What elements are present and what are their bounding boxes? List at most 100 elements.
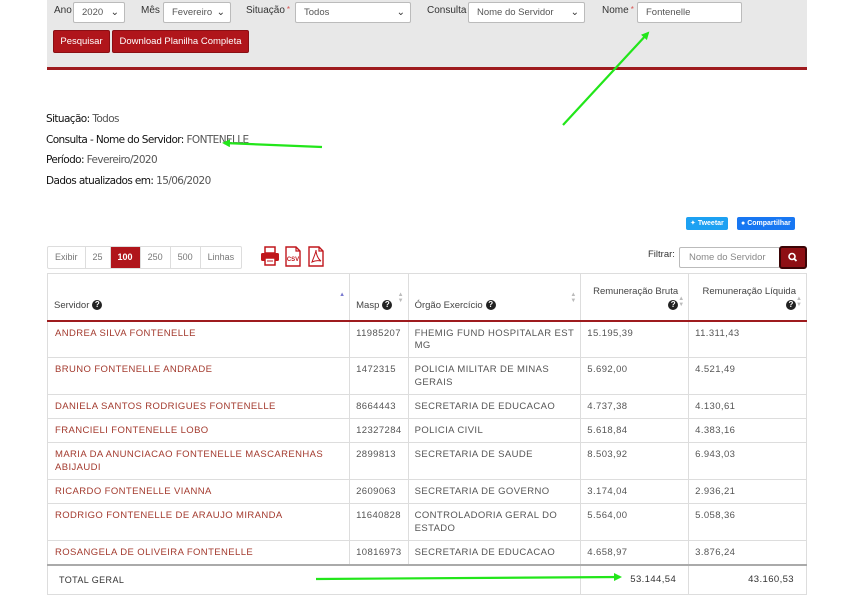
- liquida-cell: 5.058,36: [688, 503, 807, 541]
- column-header-masp[interactable]: Masp? ▲ ▼: [349, 273, 409, 321]
- servidor-cell[interactable]: RICARDO FONTENELLE VIANNA: [46, 479, 350, 504]
- column-header-orgao[interactable]: Órgão Exercício? ▲ ▼: [407, 273, 581, 321]
- page-length-selector: Exibir 25 100 250 500 Linhas: [47, 246, 243, 269]
- svg-text:CSV: CSV: [287, 257, 299, 263]
- table-row: RICARDO FONTENELLE VIANNA 2609063 SECRET…: [46, 479, 807, 504]
- page-length-100[interactable]: 100: [110, 247, 141, 268]
- table-search-button[interactable]: [779, 246, 807, 269]
- ano-value: 2020: [82, 7, 104, 18]
- bruta-cell: 3.174,04: [580, 479, 689, 504]
- liquida-cell: 2.936,21: [688, 479, 807, 504]
- chevron-down-icon: ⌄: [396, 7, 405, 18]
- liquida-cell: 6.943,03: [688, 442, 807, 480]
- masp-cell: 11640828: [349, 503, 409, 541]
- bruta-cell: 8.503,92: [580, 442, 689, 480]
- chevron-down-icon: ⌄: [110, 7, 119, 18]
- total-bruta: 53.144,54: [580, 563, 689, 595]
- nome-label: Nome *: [602, 5, 634, 16]
- sort-icon: ▲ ▼: [397, 292, 404, 304]
- printer-icon[interactable]: [260, 246, 280, 266]
- search-icon: [788, 252, 798, 262]
- consulta-select[interactable]: Nome do Servidor ⌄: [468, 2, 585, 23]
- help-icon[interactable]: ?: [668, 299, 679, 310]
- table-row: MARIA DA ANUNCIACAO FONTENELLE MASCARENH…: [46, 442, 807, 480]
- pesquisar-button[interactable]: Pesquisar: [53, 30, 110, 53]
- orgao-cell: SECRETARIA DE SAUDE: [407, 442, 581, 480]
- linhas-label: Linhas: [207, 252, 235, 262]
- page-length-500[interactable]: 500: [171, 247, 201, 268]
- filtrar-label: Filtrar:: [648, 249, 675, 260]
- servidor-cell[interactable]: FRANCIELI FONTENELLE LOBO: [46, 418, 350, 443]
- bruta-cell: 15.195,39: [580, 320, 689, 358]
- bruta-cell: 5.618,84: [580, 418, 689, 443]
- chevron-down-icon: ⌄: [216, 7, 225, 18]
- help-icon[interactable]: ?: [382, 299, 393, 310]
- summary-consulta: Consulta - Nome do Servidor: FONTENELLE: [46, 133, 249, 146]
- sort-icon: ▲ ▼: [570, 292, 577, 304]
- summary-periodo: Período: Fevereiro/2020: [46, 154, 158, 166]
- page-length-25[interactable]: 25: [86, 247, 111, 268]
- csv-export-icon[interactable]: CSV: [284, 246, 302, 267]
- table-row: RODRIGO FONTENELLE DE ARAUJO MIRANDA 116…: [46, 503, 807, 541]
- chevron-down-icon: ⌄: [570, 7, 579, 18]
- sort-icon: ▲ ▼: [796, 296, 802, 308]
- table-row: ROSANGELA DE OLIVEIRA FONTENELLE 1081697…: [46, 540, 807, 565]
- summary-dados-atualizados: Dados atualizados em: 15/06/2020: [46, 174, 211, 187]
- exibir-label: Exibir: [48, 247, 86, 268]
- servidor-cell[interactable]: RODRIGO FONTENELLE DE ARAUJO MIRANDA: [46, 503, 350, 541]
- orgao-cell: CONTROLADORIA GERAL DO ESTADO: [407, 503, 581, 541]
- download-spreadsheet-button[interactable]: Download Planilha Completa: [112, 30, 249, 53]
- masp-cell: 2609063: [349, 479, 409, 504]
- servidor-cell[interactable]: BRUNO FONTENELLE ANDRADE: [46, 357, 350, 395]
- servidor-cell[interactable]: MARIA DA ANUNCIACAO FONTENELLE MASCARENH…: [46, 442, 350, 480]
- pdf-export-icon[interactable]: [307, 246, 325, 267]
- situacao-value: Todos: [304, 7, 330, 18]
- mes-select[interactable]: Fevereiro ⌄: [163, 2, 231, 23]
- salary-table: Servidor? ▲ Masp? ▲ ▼ Órgão Exercício? ▲ ▼ Re…: [46, 273, 807, 595]
- table-row: BRUNO FONTENELLE ANDRADE 1472315 POLICIA…: [46, 357, 807, 395]
- orgao-cell: SECRETARIA DE EDUCACAO: [407, 540, 581, 565]
- orgao-cell: SECRETARIA DE GOVERNO: [407, 479, 581, 504]
- query-summary: Situação: Todos Consulta - Nome do Servi…: [46, 113, 249, 195]
- help-icon[interactable]: ?: [485, 299, 496, 310]
- liquida-cell: 4.521,49: [688, 357, 807, 395]
- liquida-cell: 3.876,24: [688, 540, 807, 565]
- table-search-input[interactable]: Nome do Servidor: [679, 247, 780, 268]
- liquida-cell: 4.383,16: [688, 418, 807, 443]
- orgao-cell: POLICIA CIVIL: [407, 418, 581, 443]
- facebook-share-button[interactable]: ● Compartilhar: [737, 217, 795, 230]
- mes-label: Mês: [141, 5, 160, 16]
- help-icon[interactable]: ?: [786, 299, 796, 310]
- bruta-cell: 4.737,38: [580, 394, 689, 419]
- mes-value: Fevereiro: [172, 7, 213, 18]
- situacao-select[interactable]: Todos ⌄: [295, 2, 411, 23]
- summary-situacao: Situação: Todos: [46, 113, 120, 125]
- nome-input[interactable]: Fontenelle: [637, 2, 742, 23]
- bruta-cell: 5.692,00: [580, 357, 689, 395]
- bruta-cell: 4.658,97: [580, 540, 689, 565]
- table-row: FRANCIELI FONTENELLE LOBO 12327284 POLIC…: [46, 418, 807, 443]
- servidor-cell[interactable]: ROSANGELA DE OLIVEIRA FONTENELLE: [46, 540, 350, 565]
- liquida-cell: 4.130,61: [688, 394, 807, 419]
- column-header-remuneracao-liquida[interactable]: Remuneração Líquida? ▲ ▼: [688, 273, 807, 321]
- orgao-cell: FHEMIG FUND HOSPITALAR EST MG: [407, 320, 581, 358]
- page-length-250[interactable]: 250: [141, 247, 171, 268]
- masp-cell: 11985207: [349, 320, 409, 358]
- masp-cell: 8664443: [349, 394, 409, 419]
- servidor-cell[interactable]: ANDREA SILVA FONTENELLE: [46, 320, 350, 358]
- help-icon[interactable]: ?: [92, 299, 103, 310]
- servidor-cell[interactable]: DANIELA SANTOS RODRIGUES FONTENELLE: [46, 394, 350, 419]
- liquida-cell: 11.311,43: [688, 320, 807, 358]
- total-liquida: 43.160,53: [688, 563, 807, 595]
- column-header-remuneracao-bruta[interactable]: Remuneração Bruta? ▲ ▼: [580, 273, 689, 321]
- consulta-value: Nome do Servidor: [477, 7, 554, 18]
- tweet-button[interactable]: ✦ Tweetar: [686, 217, 728, 230]
- ano-label: Ano: [54, 5, 72, 16]
- table-row: DANIELA SANTOS RODRIGUES FONTENELLE 8664…: [46, 394, 807, 419]
- consulta-label: Consulta: [427, 5, 467, 16]
- ano-select[interactable]: 2020 ⌄: [73, 2, 125, 23]
- masp-cell: 12327284: [349, 418, 409, 443]
- orgao-cell: POLICIA MILITAR DE MINAS GERAIS: [407, 357, 581, 395]
- column-header-servidor[interactable]: Servidor? ▲: [46, 273, 350, 321]
- orgao-cell: SECRETARIA DE EDUCACAO: [407, 394, 581, 419]
